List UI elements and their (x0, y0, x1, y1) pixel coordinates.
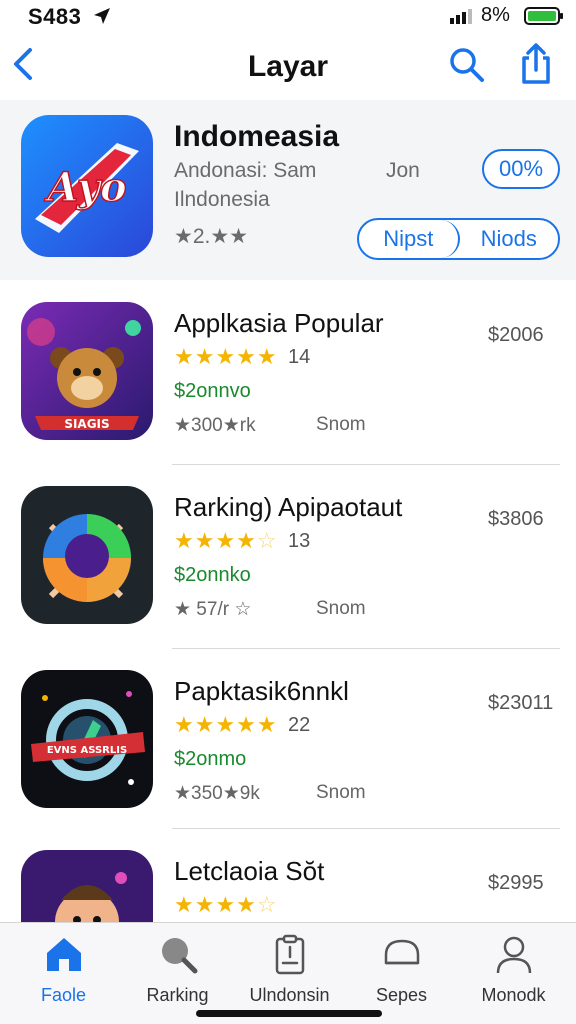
status-time: S483 (28, 4, 82, 29)
featured-app-icon[interactable]: Ayo (21, 115, 153, 257)
rating-count: 13 (288, 530, 311, 552)
featured-app-rating: ★2.★★ (174, 225, 248, 248)
featured-app-name: Indomeasia (174, 120, 340, 153)
app-meta-secondary: Snom (316, 782, 366, 803)
status-bar: S483 8% (0, 0, 576, 32)
battery-icon (524, 7, 563, 25)
app-icon[interactable] (21, 850, 153, 922)
tab-label: Rarking (146, 985, 209, 1005)
person-icon (496, 936, 531, 974)
app-name: Rarking) Apipaotaut (174, 492, 403, 522)
tab-series[interactable]: Sepes (344, 933, 459, 1013)
app-green-label: $2onnko (174, 564, 251, 586)
featured-app-side-text: Jon (386, 159, 420, 182)
star-rating: ★★★★★ (174, 344, 278, 369)
tab-bar: Faole Rarking Ulndonsin Sepes Monodk (0, 922, 576, 1024)
list-divider (172, 648, 560, 649)
app-icon[interactable] (21, 486, 153, 624)
app-icon-text: SIAGIS (64, 417, 109, 431)
list-divider (172, 828, 560, 829)
app-icon-text: EVNS ASSRLIS (47, 745, 127, 756)
app-meta: ★350★9k (174, 783, 260, 804)
tab-ranking[interactable]: Rarking (120, 933, 235, 1013)
navigation-bar: Layar (0, 36, 576, 96)
percent-button[interactable]: 00% (482, 149, 560, 189)
star-rating: ★★★★☆ (174, 892, 278, 917)
segmented-control: Nipst Niods (357, 218, 560, 260)
app-name: Applkasia Popular (174, 308, 384, 338)
app-meta-secondary: Snom (316, 414, 366, 435)
rating-count: 14 (288, 346, 311, 368)
cellular-signal-icon (450, 9, 472, 24)
app-meta: ★ 57/r ☆ (174, 599, 252, 620)
app-meta-secondary: Snom (316, 598, 366, 619)
app-price: $2006 (488, 324, 544, 346)
rating-count: 22 (288, 714, 311, 736)
app-icon[interactable]: EVNS ASSRLIS (21, 670, 153, 808)
app-name: Letclaoia Sŏt (174, 856, 325, 886)
tab-label: Faole (40, 985, 87, 1005)
app-name: Papktasik6nnkl (174, 676, 349, 706)
app-green-label: $2onmo (174, 748, 247, 770)
featured-app-subtitle-2: Ilndonesia (174, 188, 270, 211)
home-indicator[interactable] (196, 1010, 382, 1017)
featured-app-subtitle-1: Andonasi: Sam (174, 159, 317, 182)
clipboard-icon (275, 934, 304, 975)
list-divider (172, 464, 560, 465)
star-rating: ★★★★★ (174, 712, 278, 737)
featured-app-card[interactable]: Ayo Indomeasia Andonasi: Sam Ilndonesia … (0, 100, 576, 280)
app-green-label: $2onnvo (174, 380, 251, 402)
list-item[interactable]: EVNS ASSRLIS Papktasik6nnkl ★★★★★ 22 $23… (0, 650, 576, 834)
app-price: $3806 (488, 508, 544, 530)
tab-indonesia[interactable]: Ulndonsin (232, 933, 347, 1013)
app-price: $23011 (488, 692, 554, 714)
home-icon (46, 938, 81, 971)
share-icon[interactable] (516, 42, 556, 86)
featured-app-icon-text: Ayo (43, 164, 126, 211)
app-icon[interactable]: SIAGIS (21, 302, 153, 440)
segment-right-button[interactable]: Niods (460, 220, 559, 258)
tab-label: Ulndonsin (249, 985, 330, 1005)
battery-percent: 8% (481, 4, 510, 26)
tab-home[interactable]: Faole (6, 933, 121, 1013)
chat-icon (384, 939, 419, 965)
list-item[interactable]: Letclaoia Sŏt ★★★★☆ $2995 (0, 830, 576, 922)
tab-label: Monodk (481, 985, 546, 1005)
search-icon (161, 938, 197, 974)
search-icon[interactable] (446, 44, 486, 84)
list-item[interactable]: SIAGIS Applkasia Popular ★★★★★ 14 $2006 … (0, 282, 576, 466)
segment-left-button[interactable]: Nipst (359, 220, 460, 258)
app-price: $2995 (488, 872, 544, 894)
app-meta: ★300★rk (174, 415, 256, 436)
location-arrow-icon (94, 8, 110, 24)
tab-profile[interactable]: Monodk (456, 933, 571, 1013)
page-title: Layar (247, 50, 329, 83)
list-item[interactable]: Rarking) Apipaotaut ★★★★☆ 13 $3806 $2onn… (0, 466, 576, 650)
star-rating: ★★★★☆ (174, 528, 278, 553)
tab-label: Sepes (375, 985, 428, 1005)
